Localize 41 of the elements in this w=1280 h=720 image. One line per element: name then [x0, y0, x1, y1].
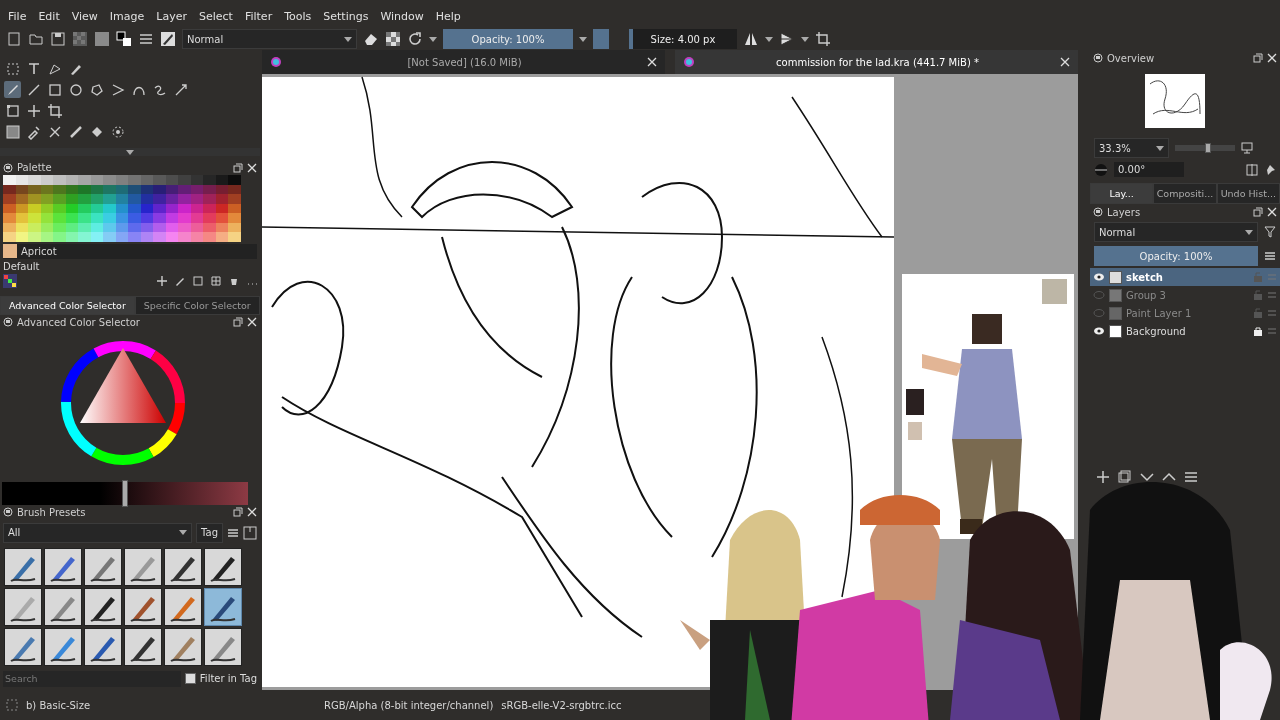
- menu-item[interactable]: File: [8, 10, 27, 28]
- menu-item[interactable]: Tools: [284, 10, 312, 28]
- filter-dropdown[interactable]: All: [3, 522, 193, 543]
- profile-label: sRGB-elle-V2-srgbtrc.icc: [501, 699, 622, 711]
- slider[interactable]: Opacity: 100%: [1094, 246, 1258, 266]
- menu-item[interactable]: Help: [435, 10, 461, 28]
- color-name-field[interactable]: Apricot: [3, 243, 257, 259]
- document-tab[interactable]: commission for the lad.kra (441.7 MiB) *: [675, 50, 1078, 74]
- menu-item[interactable]: Window: [380, 10, 424, 28]
- dock-title: Layers: [1107, 206, 1141, 218]
- filter-in-tag-checkbox[interactable]: Filter in Tag: [184, 673, 257, 685]
- blend-mode-dropdown[interactable]: Normal: [182, 29, 357, 49]
- blend-mode-dropdown[interactable]: Normal: [1094, 222, 1258, 242]
- slider[interactable]: Size: 4.00 px: [629, 29, 737, 49]
- layer-row[interactable]: Background: [1090, 322, 1280, 340]
- menu-item[interactable]: Select: [198, 10, 233, 28]
- tab[interactable]: Compositi...: [1153, 183, 1217, 204]
- menu-item[interactable]: View: [71, 10, 98, 28]
- tag-button[interactable]: Tag: [196, 522, 223, 543]
- tab[interactable]: Undo Hist...: [1216, 183, 1280, 204]
- tab[interactable]: Advanced Color Selector: [0, 295, 135, 315]
- color-space-label: RGB/Alpha (8-bit integer/channel): [324, 699, 494, 711]
- dock-title: Advanced Color Selector: [17, 316, 140, 328]
- tab[interactable]: Lay...: [1090, 183, 1154, 204]
- menu-item[interactable]: Edit: [38, 10, 60, 28]
- menu-item[interactable]: Layer: [156, 10, 187, 28]
- zoom-dropdown[interactable]: 33.3%: [1094, 138, 1169, 158]
- dock-title: Palette: [17, 162, 52, 174]
- layer-row[interactable]: sketch: [1090, 268, 1280, 286]
- document-tab[interactable]: [Not Saved] (16.0 MiB): [262, 50, 665, 74]
- dock-title: Brush Presets: [17, 506, 86, 518]
- menu-item[interactable]: Image: [109, 10, 145, 28]
- current-preset: b) Basic-Size: [26, 699, 92, 711]
- slider[interactable]: Opacity: 100%: [443, 29, 573, 49]
- tab[interactable]: Specific Color Selector: [134, 295, 260, 315]
- palette-set-label: Default: [2, 260, 41, 272]
- menu-item[interactable]: Settings: [323, 10, 369, 28]
- dock-title: Overview: [1107, 52, 1155, 64]
- search-field[interactable]: Search: [3, 670, 181, 687]
- rotation-field[interactable]: 0.00°: [1114, 162, 1184, 177]
- menu-item[interactable]: Filter: [244, 10, 273, 28]
